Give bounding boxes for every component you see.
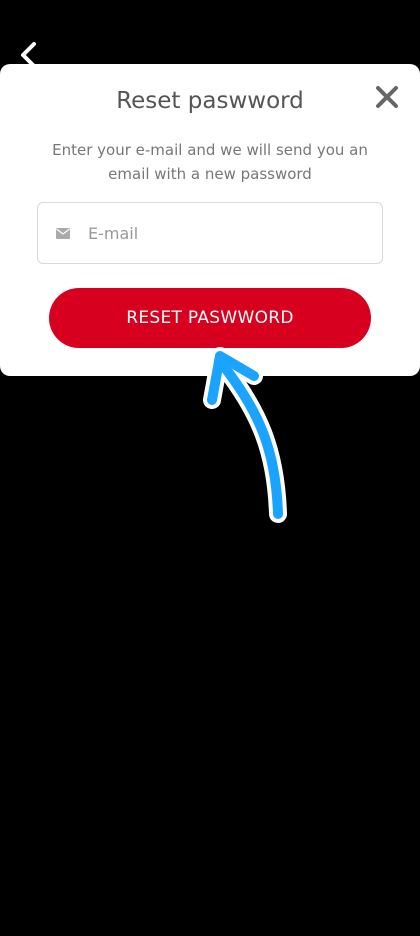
reset-password-screen: Reset paswword Enter your e-mail and we …	[0, 0, 420, 936]
reset-password-button[interactable]: RESET PASWWORD	[49, 288, 371, 348]
arrow-annotation-icon	[203, 347, 287, 523]
email-field-container[interactable]	[37, 202, 383, 264]
mail-icon	[56, 227, 70, 239]
dialog-subtitle: Enter your e-mail and we will send you a…	[52, 141, 368, 183]
dialog-title: Reset paswword	[116, 88, 304, 114]
email-input[interactable]	[86, 222, 370, 244]
reset-password-dialog: Reset paswword Enter your e-mail and we …	[0, 64, 420, 376]
